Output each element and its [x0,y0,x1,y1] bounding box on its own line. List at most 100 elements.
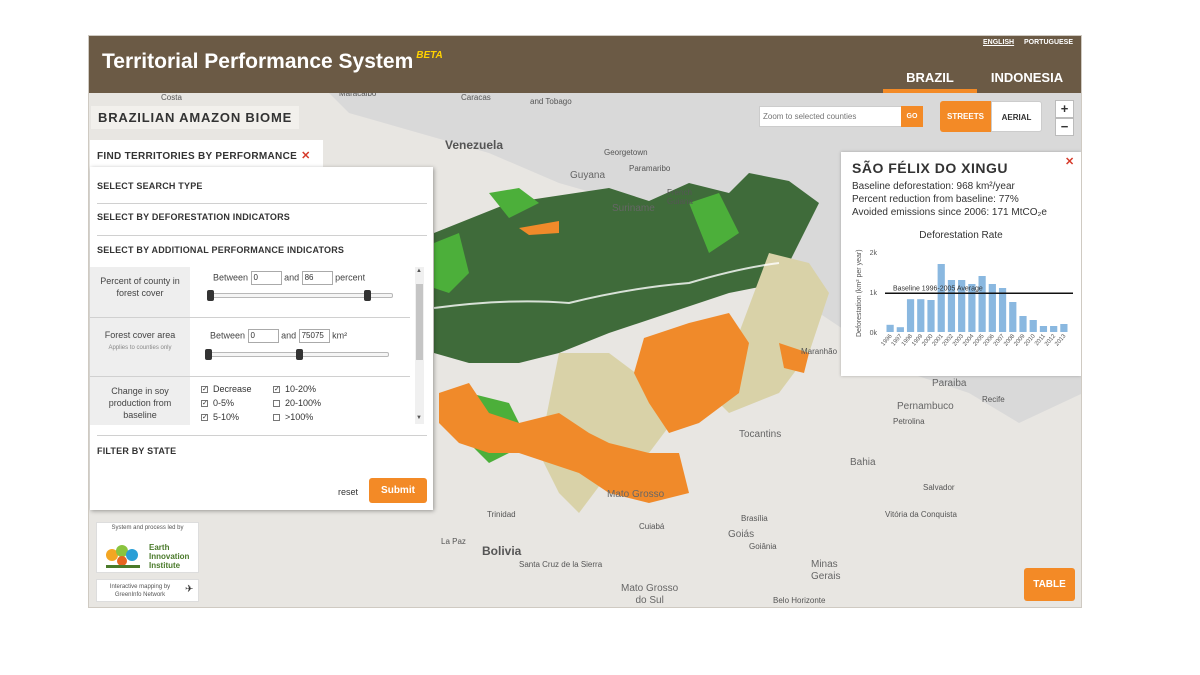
checkbox[interactable] [273,414,280,422]
checkbox-label: >100% [285,412,314,422]
place-label: Maranhão [801,347,838,356]
eii-name: Earth Innovation Institute [149,543,190,570]
checkbox[interactable]: ✓ [201,400,208,408]
table-button[interactable]: TABLE [1024,568,1075,601]
checkbox[interactable]: ✓ [201,414,208,422]
chart-bar [1050,326,1058,332]
place-label: La Paz [441,537,466,546]
app-window: Costa Maracaibo Caracas and Tobago Venez… [88,35,1082,608]
and-label: and [281,330,297,341]
unit-label: km² [332,330,348,341]
greeninfo-caption: Interactive mapping by GreenInfo Network [109,584,171,598]
forest-area-max-input[interactable]: 75075 [298,329,330,343]
section-deforestation-indicators[interactable]: SELECT BY DEFORESTATION INDICATORS [97,212,290,222]
forest-percent-max-input[interactable]: 86 [301,271,333,285]
place-label: Vitória da Conquista [885,510,957,519]
greeninfo-logo-box[interactable]: Interactive mapping by GreenInfo Network… [96,579,199,602]
checkbox[interactable]: ✓ [201,386,208,394]
zoom-in-button[interactable]: + [1055,100,1074,118]
place-label: Tocantins [739,429,782,440]
language-english-link[interactable]: ENGLISH [983,39,1014,46]
forest-area-range: Between 0 and 75075 km² [210,329,347,343]
eii-logo-icon [106,545,140,568]
place-label: Cuiabá [639,522,665,531]
checkbox-label: 20-100% [285,398,322,408]
baseline-stat: Baseline deforestation: 968 km²/year [852,181,1015,192]
soy-option-checkbox[interactable]: ✓ 5-10% [201,412,239,422]
slider-handle-max[interactable] [295,349,303,360]
forest-percent-min-input[interactable]: 0 [250,271,282,285]
emissions-stat: Avoided emissions since 2006: 171 MtCO₂e [852,207,1047,218]
unit-label: percent [335,272,366,283]
scrollbar-thumb[interactable] [416,284,423,360]
soy-option-checkbox[interactable]: 20-100% [273,398,321,408]
close-icon[interactable]: ✕ [1065,155,1074,168]
forest-area-min-input[interactable]: 0 [247,329,279,343]
y-axis-label: Deforestation (km² per year) [856,249,863,337]
x-tick-label: 2013 [1054,333,1068,348]
place-label: Venezuela [445,138,504,152]
chart-bar [998,288,1007,332]
section-filter-state[interactable]: FILTER BY STATE [97,446,176,456]
place-label: Brasília [741,514,768,523]
place-label: Belo Horizonte [773,596,826,605]
place-label: French Guiana [667,188,693,206]
place-label: Bahia [850,457,876,468]
y-tick-label: 0k [870,330,878,337]
forest-percent-range: Between 0 and 86 percent [213,271,365,285]
place-label: Suriname [612,203,655,214]
soy-option-checkbox[interactable]: ✓ 0-5% [201,398,234,408]
chart-bar [1060,324,1068,332]
place-label: and Tobago [530,97,572,106]
streets-button[interactable]: STREETS [940,101,991,132]
slider-handle-max[interactable] [364,290,372,301]
place-label: Goiás [728,529,755,540]
aerial-button[interactable]: AERIAL [991,101,1042,132]
close-icon[interactable]: ✕ [301,150,311,162]
scroll-down-icon[interactable]: ▼ [416,415,422,421]
tab-brazil[interactable]: BRAZIL [883,70,977,93]
indicator-label: Percent of county in forest cover [90,267,190,317]
reduction-stat: Percent reduction from baseline: 77% [852,194,1019,205]
chart-bar [1009,302,1017,332]
checkbox[interactable]: ✓ [273,386,280,394]
slider-handle-min[interactable] [207,290,214,301]
submit-button[interactable]: Submit [369,478,427,503]
soy-option-checkbox[interactable]: ✓ Decrease [201,384,252,394]
zoom-search-input[interactable] [760,107,880,126]
chart-bar [1019,316,1027,332]
scroll-up-icon[interactable]: ▲ [416,268,422,274]
slider-handle-min[interactable] [205,349,212,360]
reset-link[interactable]: reset [338,487,358,497]
place-label: Costa [161,93,182,102]
soy-option-checkbox[interactable]: ✓ 10-20% [273,384,316,394]
logo-caption: System and process led by [111,525,184,531]
indicator-note: Applies to counties only [108,345,172,351]
zoom-out-button[interactable]: − [1055,118,1074,136]
tab-indonesia[interactable]: INDONESIA [977,70,1077,93]
checkbox[interactable] [273,400,280,408]
app-title: Territorial Performance System BETA [102,50,443,74]
place-label: Petrolina [893,417,925,426]
find-panel-tab[interactable]: FIND TERRITORIES BY PERFORMANCE ✕ [90,140,323,168]
place-label: Paramaribo [629,164,671,173]
chart-bar [896,327,904,332]
chart-bar [906,299,915,332]
chart-bar [886,324,894,332]
place-label: Georgetown [604,148,648,157]
y-tick-label: 2k [870,250,878,257]
county-detail-panel: ✕ SÃO FÉLIX DO XINGU Baseline deforestat… [841,152,1081,376]
section-additional-indicators[interactable]: SELECT BY ADDITIONAL PERFORMANCE INDICAT… [97,245,344,255]
deforestation-chart: Deforestation (km² per year) 0k1k2k199619… [856,249,1073,348]
chart-bar [1039,326,1048,332]
soy-option-checkbox[interactable]: >100% [273,412,313,422]
eii-logo-box[interactable]: System and process led by Earth Innovati… [96,522,199,573]
divider [97,435,427,436]
place-label: Guyana [570,170,606,181]
greeninfo-icon: ✈ [185,584,194,595]
language-portuguese-link[interactable]: PORTUGUESE [1024,39,1073,46]
zoom-go-button[interactable]: GO [901,106,923,127]
checkbox-label: Decrease [213,384,252,394]
section-search-type[interactable]: SELECT SEARCH TYPE [97,181,203,191]
y-tick-label: 1k [870,290,878,297]
